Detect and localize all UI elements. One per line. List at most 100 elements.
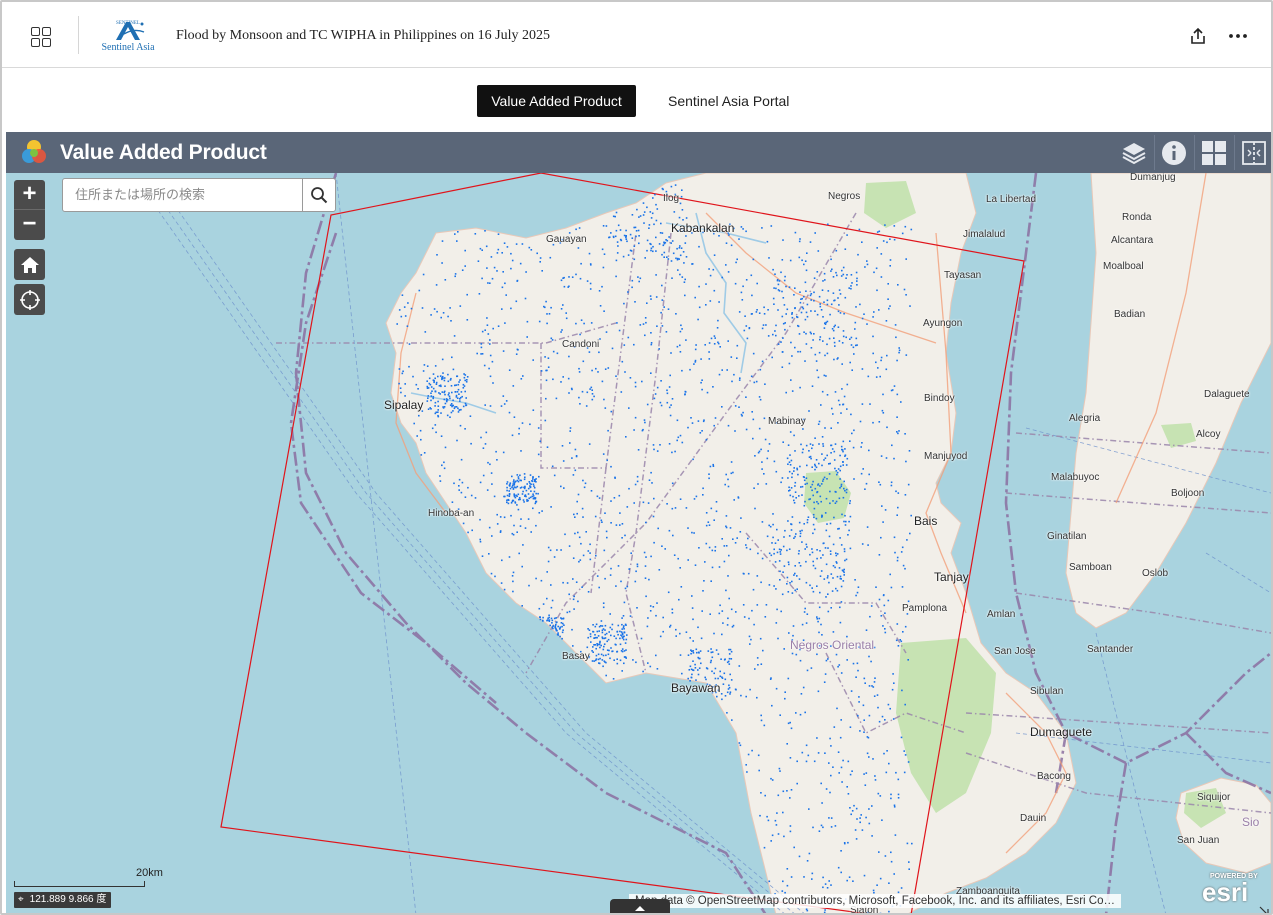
resize-corner-icon[interactable] (1258, 904, 1270, 913)
flood-point (725, 526, 728, 529)
locate-button[interactable] (14, 284, 45, 315)
flood-point (688, 669, 691, 671)
flood-point (466, 376, 469, 378)
flood-point (864, 682, 866, 684)
flood-point (868, 473, 870, 476)
flood-point (822, 316, 824, 318)
more-options-icon[interactable] (1226, 26, 1250, 46)
flood-point (788, 632, 790, 634)
basemap-gallery-button[interactable] (1195, 132, 1233, 173)
flood-point (658, 348, 660, 350)
flood-point (621, 628, 623, 630)
flood-point (647, 502, 650, 504)
flood-point (513, 416, 516, 418)
flood-point (751, 294, 753, 297)
flood-point (685, 339, 687, 341)
flood-point (889, 259, 892, 261)
flood-point (708, 268, 710, 270)
flood-point (577, 247, 580, 249)
flood-point (798, 495, 800, 497)
search-input[interactable] (63, 179, 303, 211)
flood-point (875, 586, 877, 588)
flood-point (758, 450, 761, 453)
flood-point (880, 253, 883, 255)
app-launcher-icon[interactable] (28, 24, 54, 50)
tab-sentinel-asia-portal[interactable]: Sentinel Asia Portal (659, 85, 798, 117)
flood-point (795, 533, 797, 535)
attribution-toggle[interactable] (610, 899, 670, 913)
flood-point (810, 486, 812, 488)
flood-point (555, 617, 557, 619)
flood-point (652, 245, 654, 248)
flood-point (598, 630, 600, 632)
flood-point (910, 514, 912, 517)
zoom-out-button[interactable]: − (14, 210, 45, 240)
info-button[interactable] (1155, 132, 1193, 173)
flood-point (849, 338, 851, 340)
share-icon[interactable] (1188, 26, 1208, 46)
layers-button[interactable] (1115, 132, 1153, 173)
tab-value-added-product[interactable]: Value Added Product (477, 85, 636, 117)
flood-point (523, 501, 525, 503)
coordinate-readout[interactable]: ⌖ 121.889 9.866 度 (14, 892, 112, 908)
flood-point (791, 390, 794, 392)
flood-point (838, 340, 841, 342)
flood-point (692, 458, 694, 461)
flood-point (457, 383, 460, 386)
flood-point (656, 386, 659, 389)
flood-point (430, 408, 432, 410)
flood-point (816, 491, 818, 494)
flood-point (806, 303, 809, 306)
flood-point (822, 340, 824, 342)
flood-point (804, 548, 806, 550)
zoom-in-button[interactable]: + (14, 180, 45, 210)
flood-point (568, 276, 570, 278)
flood-point (437, 409, 439, 411)
flood-point (517, 493, 520, 496)
flood-point (761, 521, 764, 523)
flood-point (595, 647, 597, 650)
flood-point (829, 462, 831, 465)
flood-point (629, 233, 632, 236)
flood-point (588, 443, 591, 445)
flood-point (562, 581, 564, 584)
flood-point (793, 499, 795, 502)
search-button[interactable] (302, 179, 335, 211)
flood-point (838, 304, 840, 306)
esri-logo: POWERED BY esri (1202, 873, 1258, 906)
flood-point (782, 297, 785, 299)
flood-point (742, 228, 744, 230)
flood-point (822, 478, 825, 481)
flood-point (766, 457, 769, 460)
flood-point (514, 496, 517, 499)
flood-point (888, 762, 890, 765)
flood-point (554, 625, 557, 628)
flood-point (738, 406, 740, 408)
flood-point (589, 288, 592, 290)
flood-point (889, 305, 891, 307)
flood-point (736, 537, 738, 539)
flood-point (539, 616, 541, 618)
flood-point (418, 289, 421, 292)
map-canvas[interactable]: Ilog Kabankalan Gauayan Negros La Libert… (6, 172, 1271, 913)
flood-point (854, 579, 856, 581)
flood-point (621, 360, 624, 363)
flood-point (805, 622, 808, 624)
flood-point (819, 495, 822, 498)
swipe-button[interactable] (1235, 132, 1271, 173)
flood-point (848, 876, 851, 878)
flood-point (508, 411, 511, 414)
flood-point (804, 500, 806, 503)
flood-point (820, 483, 823, 485)
flood-point (720, 658, 722, 660)
flood-point (580, 542, 582, 545)
flood-point (635, 230, 638, 232)
flood-point (690, 668, 693, 671)
home-button[interactable] (14, 249, 45, 280)
flood-point (642, 501, 645, 504)
flood-point (808, 450, 810, 452)
flood-point (904, 567, 906, 570)
flood-point (730, 650, 733, 653)
flood-point (826, 394, 829, 396)
flood-point (706, 391, 709, 394)
